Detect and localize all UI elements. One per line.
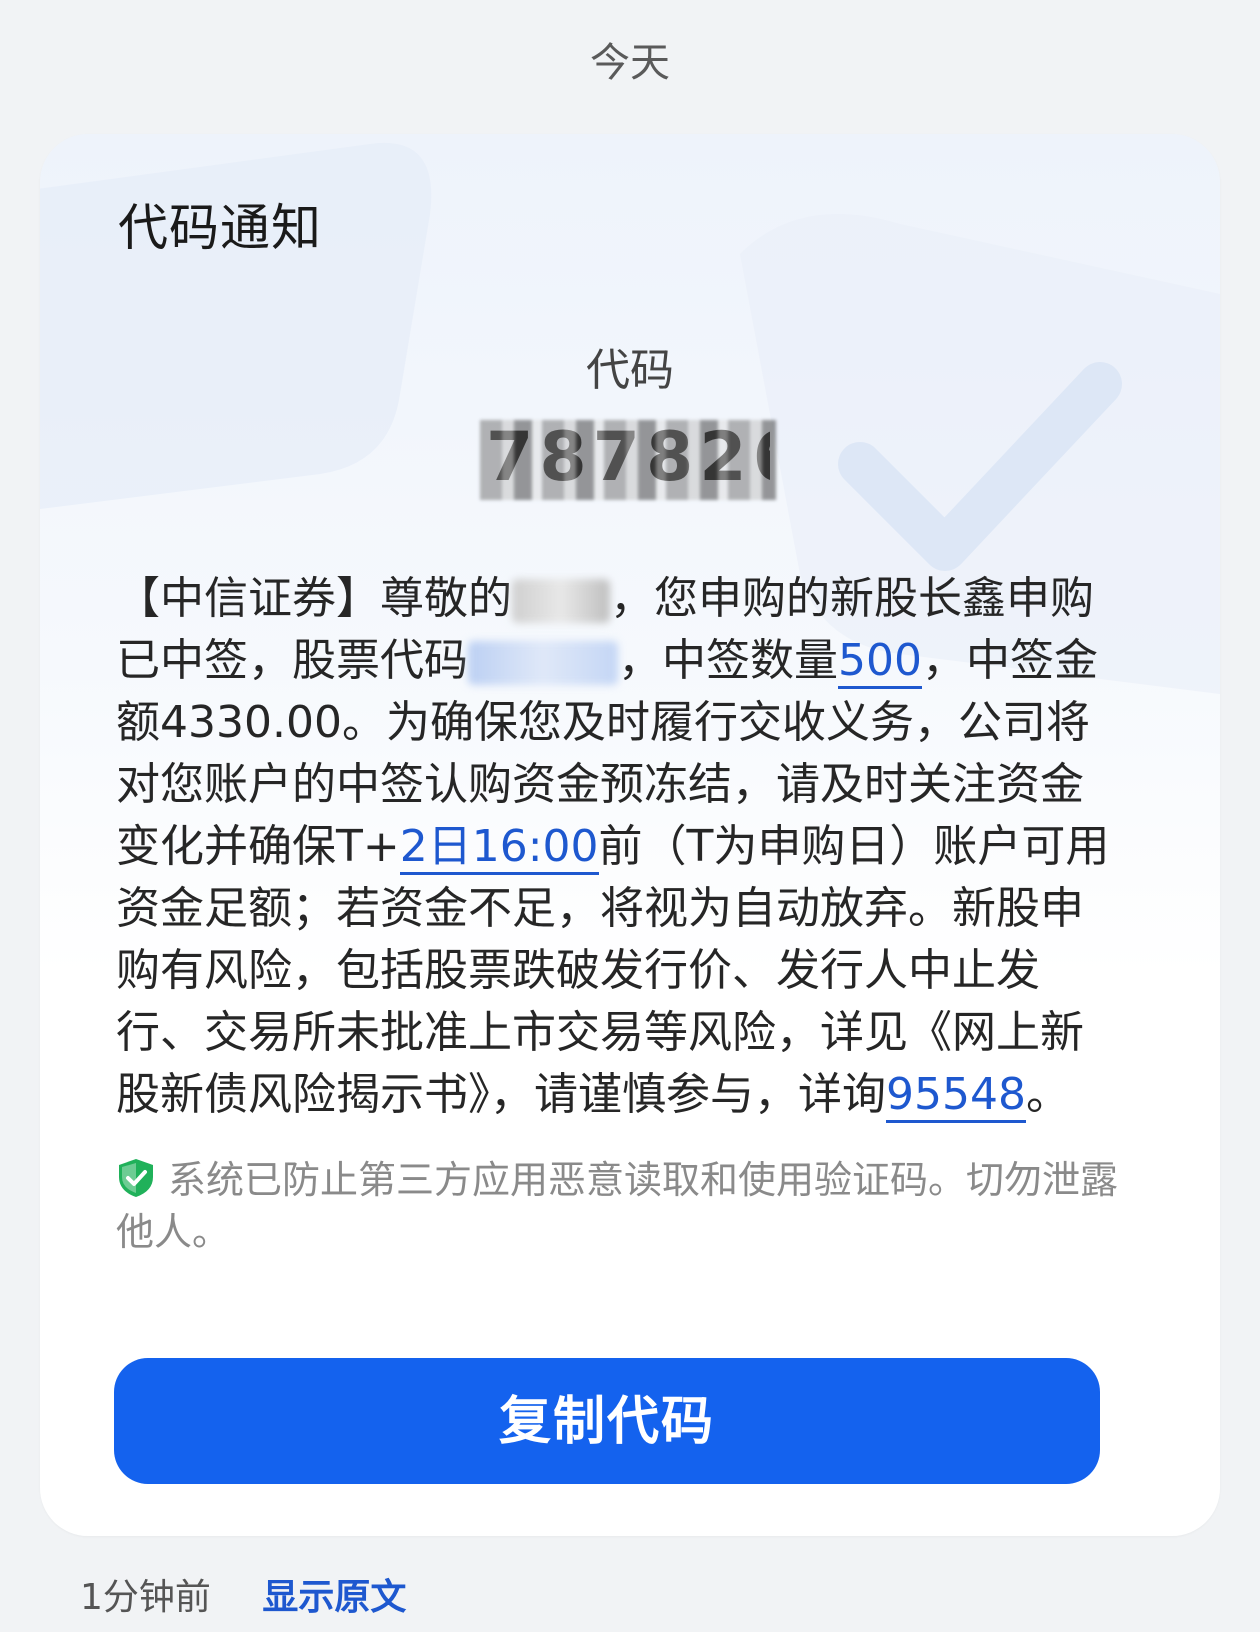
code-notification-card: 代码通知 代码 787826 【中信证券】尊敬的，您申购的新股长鑫申购已中签，股… <box>40 134 1220 1536</box>
security-notice-text: 系统已防止第三方应用恶意读取和使用验证码。切勿泄露他人。 <box>116 1158 1119 1254</box>
message-text: ，中签数量 <box>618 635 838 686</box>
message-text: 【中信证券】尊敬的 <box>116 573 512 624</box>
security-notice: 系统已防止第三方应用恶意读取和使用验证码。切勿泄露他人。 <box>116 1154 1126 1258</box>
quantity-link[interactable]: 500 <box>838 635 922 689</box>
card-title: 代码通知 <box>118 199 322 257</box>
deadline-link[interactable]: 2日16:00 <box>399 821 599 875</box>
shield-check-icon <box>119 1159 153 1197</box>
date-label: 今天 <box>590 40 670 86</box>
code-value[interactable]: 787826 <box>40 420 1220 500</box>
code-label: 代码 <box>586 345 674 396</box>
redacted-stock-code[interactable] <box>468 641 618 685</box>
message-text: 。 <box>1025 1069 1070 1120</box>
timestamp: 1分钟前 <box>80 1577 211 1618</box>
phone-link[interactable]: 95548 <box>886 1069 1026 1123</box>
code-blur-mask <box>480 420 776 500</box>
message-footer: 1分钟前 显示原文 <box>80 1568 406 1620</box>
redacted-name <box>512 579 610 623</box>
show-original-link[interactable]: 显示原文 <box>262 1568 406 1620</box>
sms-message: 【中信证券】尊敬的 ，您申购的新股长鑫申购已中签，股票代码 ，中签数量500，中签金… <box>116 568 1126 1126</box>
copy-code-button[interactable]: 复制代码 <box>114 1358 1100 1484</box>
